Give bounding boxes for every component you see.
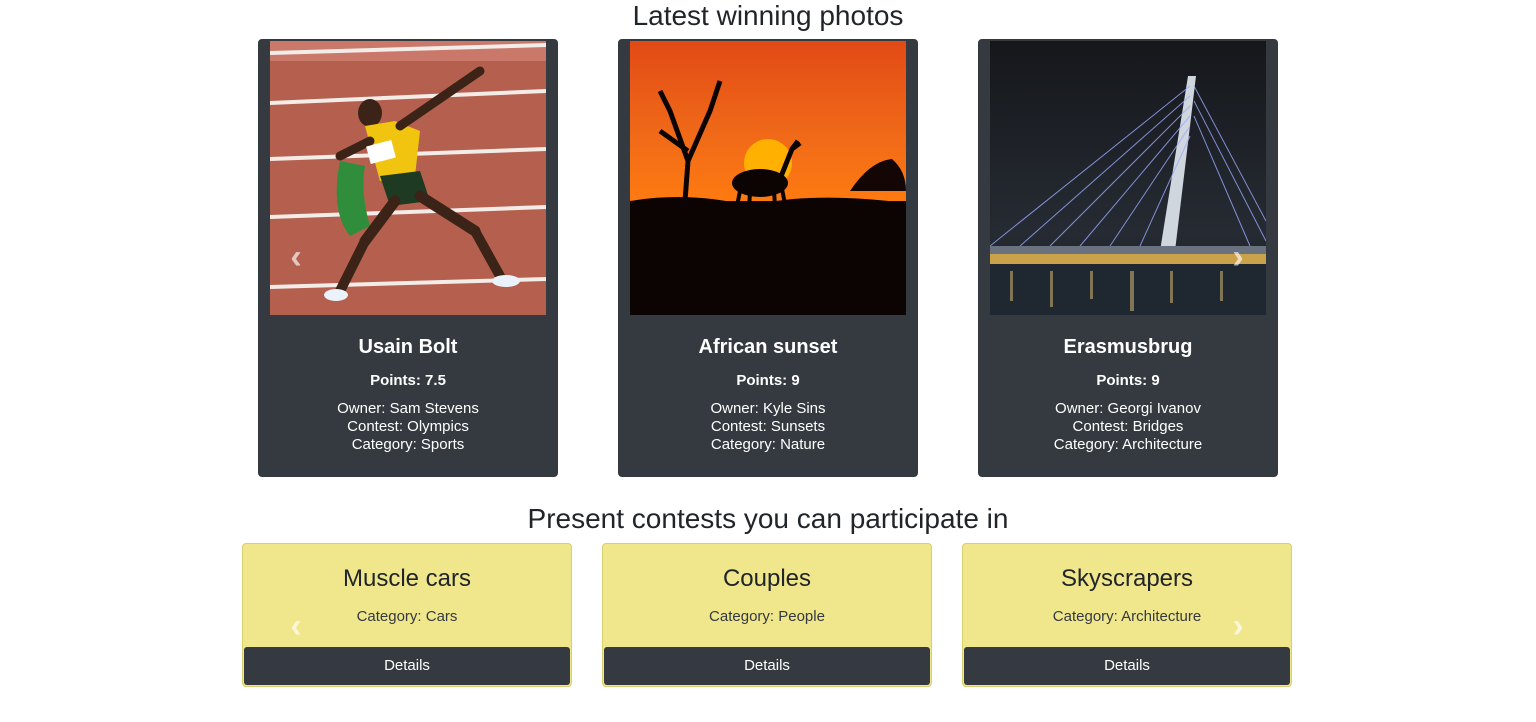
chevron-left-icon: ‹: [290, 607, 302, 645]
photo-owner: Owner: Georgi Ivanov: [1055, 400, 1201, 417]
contests-carousel-next-button[interactable]: ›: [1224, 606, 1252, 646]
photo-points: Points: 7.5: [370, 372, 446, 389]
present-contests-heading: Present contests you can participate in: [527, 503, 1009, 534]
contest-card: Couples Category: People Details: [602, 543, 932, 687]
winning-photo-image: [270, 41, 546, 315]
contest-details-button[interactable]: Details: [604, 647, 930, 685]
contest-category: Category: People: [709, 608, 825, 625]
photo-contest: Contest: Bridges: [1072, 418, 1184, 435]
contests-carousel-prev-button[interactable]: ‹: [282, 606, 310, 646]
photo-title: Usain Bolt: [358, 336, 458, 358]
contest-details-button[interactable]: Details: [964, 647, 1290, 685]
winning-photo-image: [630, 41, 906, 315]
photo-contest: Contest: Olympics: [347, 418, 469, 435]
latest-winning-photos-heading: Latest winning photos: [632, 0, 904, 31]
contest-name: Muscle cars: [342, 565, 472, 592]
photo-owner: Owner: Kyle Sins: [710, 400, 826, 417]
chevron-left-icon: ‹: [290, 238, 302, 276]
chevron-right-icon: ›: [1232, 607, 1244, 645]
photos-carousel-prev-button[interactable]: ‹: [282, 237, 310, 277]
photo-contest: Contest: Sunsets: [710, 418, 826, 435]
contest-name: Couples: [722, 565, 812, 592]
photo-title: African sunset: [698, 336, 838, 358]
photos-carousel-next-button[interactable]: ›: [1224, 237, 1252, 277]
chevron-right-icon: ›: [1232, 238, 1244, 276]
photo-title: Erasmusbrug: [1063, 336, 1193, 358]
winning-photo-card: African sunset Points: 9 Owner: Kyle Sin…: [618, 39, 918, 477]
photo-points: Points: 9: [1096, 372, 1160, 389]
contest-details-button[interactable]: Details: [244, 647, 570, 685]
photo-category: Category: Nature: [710, 436, 826, 453]
photo-category: Category: Architecture: [1053, 436, 1203, 453]
photo-owner: Owner: Sam Stevens: [337, 400, 479, 417]
photo-category: Category: Sports: [351, 436, 465, 453]
photo-points: Points: 9: [736, 372, 800, 389]
contest-name: Skyscrapers: [1060, 565, 1194, 592]
